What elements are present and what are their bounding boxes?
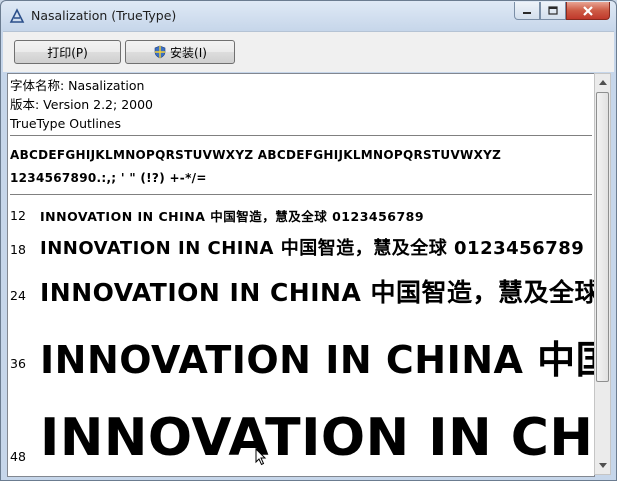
scrollbar-thumb[interactable] <box>596 92 609 382</box>
charset-letters: ABCDEFGHIJKLMNOPQRSTUVWXYZ ABCDEFGHIJKLM… <box>10 148 502 162</box>
font-info: 字体名称: Nasalization 版本: Version 2.2; 2000… <box>10 76 153 133</box>
print-button-label: 打印(P) <box>47 45 88 60</box>
sample-size-label: 24 <box>10 288 26 303</box>
maximize-icon <box>548 6 558 15</box>
vertical-scrollbar[interactable] <box>594 73 611 475</box>
scroll-up-icon <box>598 80 607 85</box>
charset-digits: 1234567890.:,; ' " (!?) +-*/= <box>10 171 207 185</box>
app-font-icon <box>9 8 25 23</box>
font-version-line: 版本: Version 2.2; 2000 <box>10 97 153 112</box>
sample-text: INNOVATION IN CHINA <box>40 408 594 468</box>
close-icon <box>583 5 593 16</box>
separator-top <box>10 135 592 136</box>
sample-text: INNOVATION IN CHINA 中国智造，慧及全球 0123456789 <box>40 238 585 259</box>
maximize-button[interactable] <box>540 2 566 20</box>
scroll-down-icon <box>598 463 607 468</box>
print-button[interactable]: 打印(P) <box>14 40 121 64</box>
install-button[interactable]: 安装(I) <box>125 40 235 64</box>
sample-text: INNOVATION IN CHINA 中国智造 <box>40 338 594 382</box>
sample-size-label: 36 <box>10 356 26 371</box>
install-button-label: 安装(I) <box>170 45 207 60</box>
separator-bottom <box>10 194 592 195</box>
font-preview-pane: 字体名称: Nasalization 版本: Version 2.2; 2000… <box>7 73 595 477</box>
sample-size-label: 18 <box>10 242 26 257</box>
sample-size-label: 48 <box>10 449 26 464</box>
window-title: Nasalization (TrueType) <box>31 8 177 23</box>
sample-text: INNOVATION IN CHINA 中国智造，慧及全球 0123456789 <box>40 209 425 224</box>
mouse-cursor-icon <box>255 448 267 466</box>
title-bar[interactable]: Nasalization (TrueType) <box>1 1 616 31</box>
minimize-icon <box>523 11 531 14</box>
font-name-line: 字体名称: Nasalization <box>10 78 145 93</box>
toolbar: 打印(P) 安装(I) <box>3 31 614 72</box>
uac-shield-icon <box>154 45 166 59</box>
font-viewer-window: Nasalization (TrueType) 打印(P) 安装(I) 字体名称… <box>0 0 617 481</box>
window-controls <box>514 2 610 20</box>
sample-size-label: 12 <box>10 208 26 223</box>
sample-text: INNOVATION IN CHINA 中国智造，慧及全球 <box>40 278 595 307</box>
font-outline-line: TrueType Outlines <box>10 116 121 131</box>
scroll-down-button[interactable] <box>595 457 610 474</box>
scroll-up-button[interactable] <box>595 74 610 91</box>
close-button[interactable] <box>566 2 610 20</box>
minimize-button[interactable] <box>514 2 540 20</box>
